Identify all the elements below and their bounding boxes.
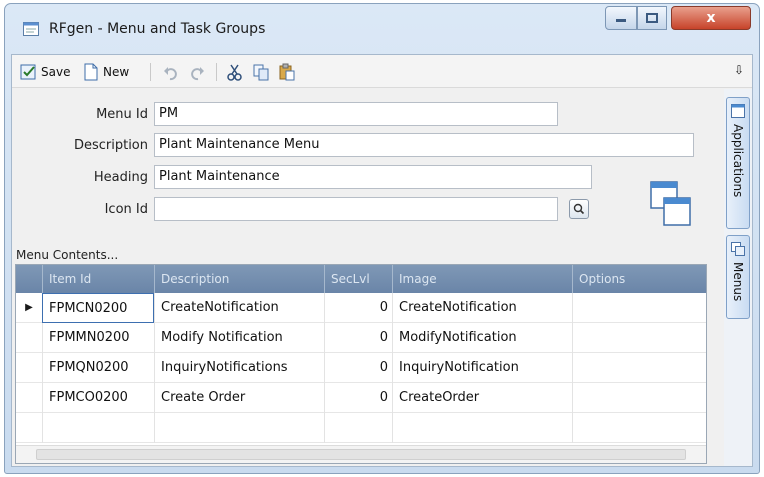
toolbar-separator [150, 63, 151, 81]
icon-id-label: Icon Id [104, 202, 148, 217]
cell-image[interactable]: InquiryNotification [392, 353, 572, 383]
maximize-icon [646, 13, 658, 23]
close-button[interactable]: x [671, 6, 751, 30]
menu-id-field[interactable]: PM [154, 102, 558, 126]
cell-item-id[interactable]: FPMMN0200 [42, 323, 154, 353]
window-title: RFgen - Menu and Task Groups [49, 21, 266, 37]
tab-menus[interactable]: Menus [726, 235, 750, 319]
side-tab-strip: Applications Menus [724, 89, 752, 466]
row-selector[interactable] [16, 353, 42, 383]
row-selector[interactable] [16, 323, 42, 353]
cell-seclvl[interactable]: 0 [324, 323, 392, 353]
heading-field[interactable]: Plant Maintenance [154, 165, 592, 189]
close-icon: x [706, 10, 716, 26]
description-label: Description [73, 138, 148, 153]
cell-item-id[interactable] [42, 413, 154, 443]
tab-applications[interactable]: Applications [726, 97, 750, 229]
cut-icon[interactable] [226, 63, 244, 81]
cell-description[interactable]: Modify Notification [154, 323, 324, 353]
cell-seclvl[interactable] [324, 413, 392, 443]
toolbar: Save New ⇩ [12, 55, 752, 88]
menu-contents-grid: Item Id Description SecLvl Image Options… [15, 264, 707, 464]
search-icon [573, 203, 585, 215]
table-row-new[interactable] [16, 413, 706, 443]
row-selector[interactable] [16, 383, 42, 413]
menu-contents-label: Menu Contents... [16, 248, 119, 262]
cell-item-id[interactable]: FPMCN0200 [42, 293, 154, 323]
heading-label: Heading [93, 170, 148, 185]
tab-menus-label: Menus [731, 262, 745, 302]
row-selector[interactable] [16, 413, 42, 443]
cell-item-id[interactable]: FPMCO0200 [42, 383, 154, 413]
toolbar-separator [216, 63, 217, 81]
cell-options[interactable] [572, 323, 708, 353]
cell-item-id[interactable]: FPMQN0200 [42, 353, 154, 383]
new-icon [84, 63, 98, 81]
description-field[interactable]: Plant Maintenance Menu [154, 133, 694, 157]
client-area: Save New ⇩ Applications Menus Menu Id PM… [11, 54, 753, 467]
cell-options[interactable] [572, 383, 708, 413]
table-row[interactable]: FPMCO0200 Create Order 0 CreateOrder [16, 383, 706, 413]
table-row[interactable]: ▶ FPMCN0200 CreateNotification 0 CreateN… [16, 293, 706, 323]
cell-description[interactable] [154, 413, 324, 443]
undo-icon[interactable] [162, 63, 180, 81]
icon-id-field[interactable] [154, 197, 558, 221]
cell-image[interactable] [392, 413, 572, 443]
column-options[interactable]: Options [572, 265, 708, 293]
copy-icon[interactable] [252, 63, 270, 81]
applications-icon [731, 104, 745, 118]
icon-lookup-button[interactable] [569, 199, 589, 219]
save-icon [20, 64, 36, 80]
redo-icon[interactable] [188, 63, 206, 81]
save-button[interactable]: Save [20, 62, 70, 82]
cell-description[interactable]: CreateNotification [154, 293, 324, 323]
cell-seclvl[interactable]: 0 [324, 293, 392, 323]
horizontal-scrollbar[interactable] [16, 445, 706, 463]
cell-seclvl[interactable]: 0 [324, 383, 392, 413]
cell-options[interactable] [572, 353, 708, 383]
current-row-indicator: ▶ [25, 302, 33, 313]
cell-options[interactable] [572, 293, 708, 323]
grid-header: Item Id Description SecLvl Image Options [16, 265, 706, 293]
cell-image[interactable]: CreateOrder [392, 383, 572, 413]
cell-options[interactable] [572, 413, 708, 443]
paste-icon[interactable] [278, 63, 296, 81]
menus-icon [731, 242, 745, 256]
save-label: Save [41, 65, 71, 79]
title-bar[interactable]: RFgen - Menu and Task Groups x [5, 4, 759, 54]
window-app-icon [23, 22, 39, 36]
column-image[interactable]: Image [392, 265, 572, 293]
cell-seclvl[interactable]: 0 [324, 353, 392, 383]
new-button[interactable]: New [82, 62, 129, 82]
pin-icon[interactable]: ⇩ [734, 63, 744, 77]
menu-id-label: Menu Id [96, 107, 148, 122]
minimize-button[interactable] [605, 6, 637, 30]
cell-image[interactable]: CreateNotification [392, 293, 572, 323]
grid-corner-cell [16, 265, 42, 293]
cell-image[interactable]: ModifyNotification [392, 323, 572, 353]
tab-applications-label: Applications [731, 124, 745, 198]
column-description[interactable]: Description [154, 265, 324, 293]
app-window: RFgen - Menu and Task Groups x Save New … [4, 3, 760, 474]
column-seclvl[interactable]: SecLvl [324, 265, 392, 293]
new-label: New [103, 65, 130, 79]
cell-description[interactable]: InquiryNotifications [154, 353, 324, 383]
minimize-icon [616, 19, 626, 22]
column-item-id[interactable]: Item Id [42, 265, 154, 293]
cell-description[interactable]: Create Order [154, 383, 324, 413]
table-row[interactable]: FPMMN0200 Modify Notification 0 ModifyNo… [16, 323, 706, 353]
table-row[interactable]: FPMQN0200 InquiryNotifications 0 Inquiry… [16, 353, 706, 383]
menu-icon-preview [650, 181, 691, 226]
scrollbar-thumb[interactable] [36, 449, 686, 460]
maximize-button[interactable] [637, 6, 667, 30]
